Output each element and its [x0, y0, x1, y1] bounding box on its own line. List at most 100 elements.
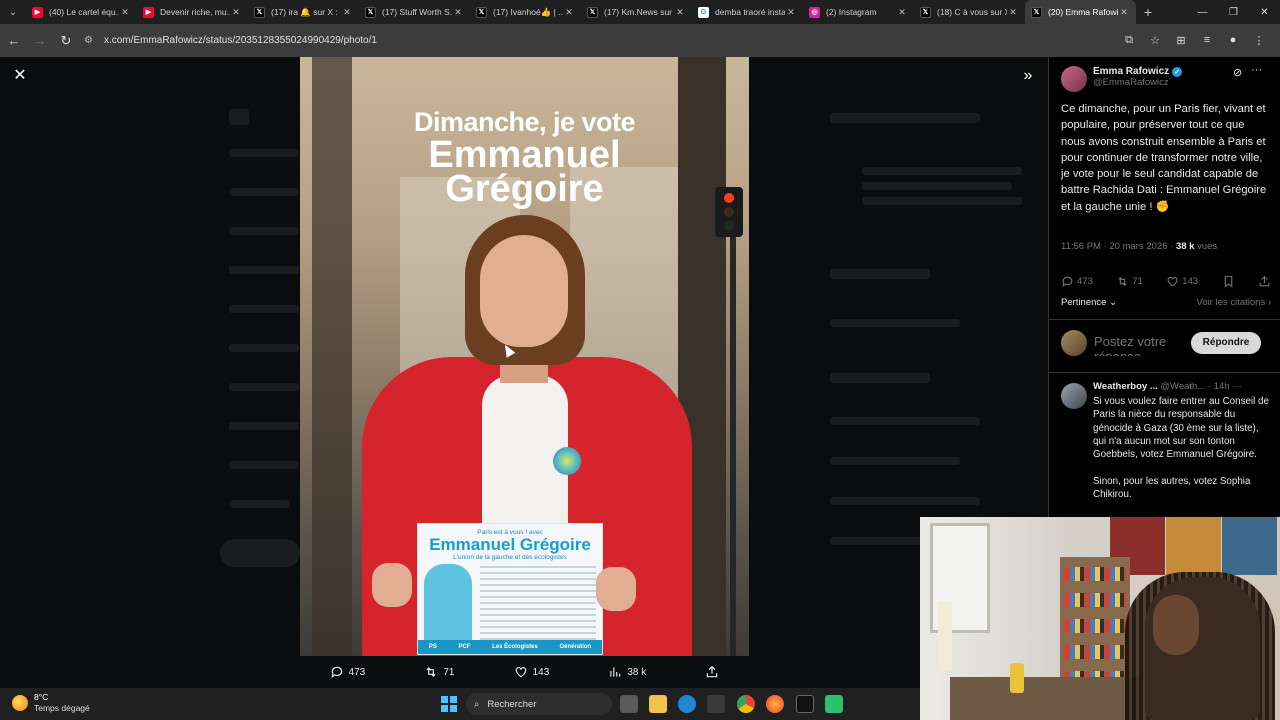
- reply-tweet[interactable]: Weatherboy ... @Weath... · 14h ··· Si vo…: [1049, 375, 1280, 507]
- weather-widget[interactable]: 8°C Temps dégagé: [12, 692, 90, 714]
- address-bar[interactable]: ⚙ x.com/EmmaRafowicz/status/203512835502…: [84, 29, 1164, 53]
- browser-tab[interactable]: 𝕏 (18) C à vous sur X ✕: [914, 0, 1025, 24]
- ghost-nav: [229, 266, 299, 274]
- reply-input[interactable]: Postez votre réponse: [1094, 334, 1184, 356]
- viewer-avatar[interactable]: [1061, 330, 1087, 356]
- tweet-photo[interactable]: Dimanche, je vote Emmanuel Grégoire Pari…: [300, 57, 749, 656]
- browser-tab[interactable]: Gdemba traoré insta...✕: [692, 0, 803, 24]
- more-options-icon[interactable]: ···: [1232, 381, 1242, 392]
- chrome-icon[interactable]: [737, 695, 755, 713]
- grok-icon[interactable]: ⊘: [1233, 66, 1242, 79]
- browser-tab[interactable]: 𝕏 (17) ira 🔔 sur X : ✕: [248, 0, 359, 24]
- forward-icon[interactable]: →: [28, 29, 52, 53]
- tab-close-icon[interactable]: ✕: [452, 7, 464, 18]
- taskbar-search-label: Rechercher: [487, 698, 537, 710]
- tweet-repost-stat[interactable]: 71: [1116, 275, 1143, 288]
- author-name[interactable]: Emma Rafowicz: [1093, 66, 1169, 77]
- maximize-icon[interactable]: ❐: [1218, 7, 1249, 18]
- reply-action[interactable]: 473: [330, 665, 365, 679]
- tweet-timestamp[interactable]: 11:56 PM · 20 mars 2026 ·: [1061, 241, 1173, 252]
- reload-icon[interactable]: ↻: [54, 29, 78, 53]
- start-menu-icon[interactable]: [441, 696, 457, 712]
- close-photo-icon[interactable]: ✕: [10, 66, 30, 86]
- search-icon: ⌕: [474, 698, 480, 710]
- webcam-desk: [950, 677, 1140, 720]
- edge-icon[interactable]: [678, 695, 696, 713]
- extensions-icon[interactable]: ⊞: [1170, 34, 1192, 47]
- tab-close-icon[interactable]: ✕: [785, 7, 797, 18]
- close-window-icon[interactable]: ✕: [1249, 7, 1280, 18]
- minimize-icon[interactable]: —: [1187, 7, 1218, 18]
- reply-author-name[interactable]: Weatherboy ...: [1093, 381, 1158, 392]
- install-app-icon[interactable]: ⧉: [1118, 34, 1140, 47]
- share-button[interactable]: [1258, 275, 1271, 288]
- campaign-leaflet: Paris est à vous ! avec Emmanuel Grégoir…: [417, 523, 603, 655]
- back-icon[interactable]: ←: [2, 29, 26, 53]
- browser-tab[interactable]: ▶ (40) Le cartel équ... ✕: [26, 0, 137, 24]
- tweet-reply-stat[interactable]: 473: [1061, 275, 1093, 288]
- tab-title: demba traoré insta...: [715, 7, 785, 17]
- site-info-icon[interactable]: ⚙: [84, 35, 100, 46]
- repost-icon: [1118, 276, 1127, 287]
- x-icon: 𝕏: [587, 6, 598, 18]
- browser-tab[interactable]: ▶ Devenir riche, mu... ✕: [137, 0, 248, 24]
- store-icon[interactable]: [707, 695, 725, 713]
- browser-tab[interactable]: 𝕏 (17) Stuff Worth S... ✕: [359, 0, 470, 24]
- repost-action[interactable]: 71: [424, 665, 454, 679]
- ghost-nav: [229, 305, 299, 313]
- youtube-icon: ▶: [32, 6, 43, 18]
- sort-dropdown[interactable]: Pertinence ⌄: [1061, 297, 1117, 308]
- app-icon[interactable]: [825, 695, 843, 713]
- file-explorer-icon[interactable]: [649, 695, 667, 713]
- profile-icon[interactable]: ●: [1222, 34, 1244, 47]
- new-tab-button[interactable]: +: [1136, 4, 1160, 20]
- share-action[interactable]: [705, 665, 719, 679]
- tab-close-icon[interactable]: ✕: [1007, 7, 1019, 18]
- tab-close-icon[interactable]: ✕: [674, 7, 686, 18]
- x-icon: 𝕏: [365, 6, 376, 18]
- browser-tab[interactable]: 𝕏 (17) Km.News sur ... ✕: [581, 0, 692, 24]
- tab-close-icon[interactable]: ✕: [896, 7, 908, 18]
- weather-temp: 8°C: [34, 692, 49, 702]
- browser-tab[interactable]: 𝕏 (17) Ivanhoé👍 | ... ✕: [470, 0, 581, 24]
- tweet-author[interactable]: Emma Rafowicz ✓ @EmmaRafowicz: [1061, 66, 1183, 92]
- webcam-poster: [1166, 517, 1221, 575]
- tab-close-icon[interactable]: ✕: [563, 7, 575, 18]
- verified-badge-icon: ✓: [1172, 66, 1183, 77]
- tab-search-icon[interactable]: ⌄: [0, 0, 26, 24]
- like-action[interactable]: 143: [514, 665, 549, 679]
- tab-close-icon[interactable]: ✕: [1118, 7, 1130, 18]
- collapse-panel-icon[interactable]: »: [1018, 66, 1038, 86]
- ghost-post-button: [220, 539, 300, 567]
- author-avatar[interactable]: [1061, 66, 1087, 92]
- capcut-icon[interactable]: [796, 695, 814, 713]
- views-chart-icon: [610, 667, 621, 677]
- instagram-icon: ◎: [809, 6, 820, 18]
- webcam-poster: [1222, 517, 1277, 575]
- browser-tab[interactable]: 𝕏 (20) Emma Rafowi... ✕: [1025, 0, 1136, 24]
- browser-toolbar: ← → ↻ ⚙ x.com/EmmaRafowicz/status/203512…: [0, 24, 1280, 57]
- reply-submit-button[interactable]: Répondre: [1191, 332, 1261, 354]
- url-text: x.com/EmmaRafowicz/status/20351283550249…: [104, 35, 377, 46]
- menu-icon[interactable]: ⋮: [1248, 34, 1270, 47]
- media-icon[interactable]: ≡: [1196, 34, 1218, 47]
- more-options-icon[interactable]: ···: [1251, 64, 1262, 76]
- author-handle[interactable]: @EmmaRafowicz: [1093, 77, 1182, 88]
- firefox-icon[interactable]: [766, 695, 784, 713]
- reply-author-handle[interactable]: @Weath...: [1160, 381, 1205, 392]
- views-action[interactable]: 38 k: [608, 665, 646, 679]
- bookmark-button[interactable]: [1222, 275, 1235, 288]
- browser-tab[interactable]: ◎ (2) Instagram ✕: [803, 0, 914, 24]
- reply-author-avatar[interactable]: [1061, 383, 1087, 409]
- view-quotes-link[interactable]: Voir les citations ›: [1197, 297, 1271, 308]
- ghost-heading: [830, 269, 930, 279]
- task-view-icon[interactable]: [620, 695, 638, 713]
- tab-close-icon[interactable]: ✕: [119, 7, 131, 18]
- reply-time[interactable]: · 14h: [1208, 381, 1230, 392]
- taskbar-search[interactable]: ⌕ Rechercher: [466, 693, 612, 715]
- tab-close-icon[interactable]: ✕: [341, 7, 353, 18]
- bookmark-star-icon[interactable]: ☆: [1144, 34, 1166, 47]
- tab-close-icon[interactable]: ✕: [230, 7, 242, 18]
- google-icon: G: [698, 6, 709, 18]
- tweet-like-stat[interactable]: 143: [1166, 275, 1198, 288]
